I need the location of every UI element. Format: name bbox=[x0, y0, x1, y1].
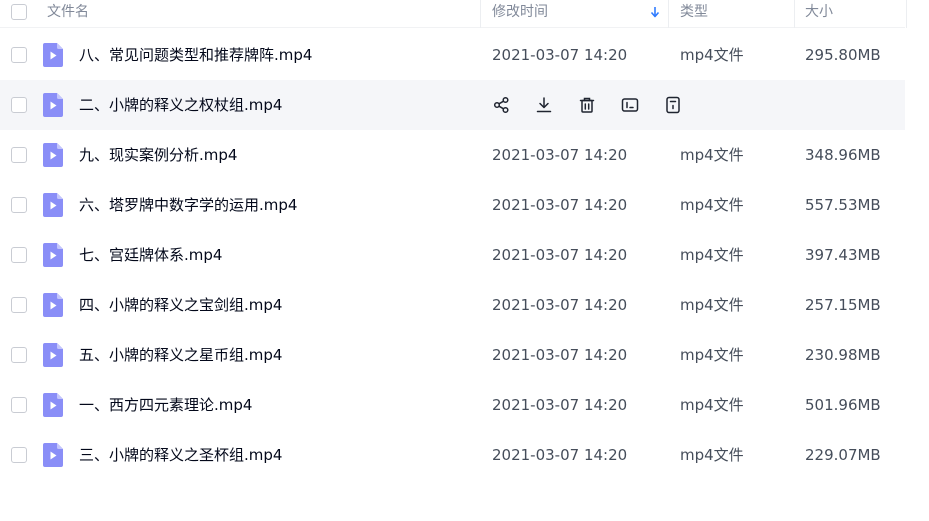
file-size: 557.53MB bbox=[805, 196, 881, 214]
file-type: mp4文件 bbox=[680, 246, 744, 264]
modified-time: 2021-03-07 14:20 bbox=[492, 196, 628, 214]
row-checkbox[interactable] bbox=[11, 97, 27, 113]
video-file-icon bbox=[43, 393, 63, 417]
modified-time: 2021-03-07 14:20 bbox=[492, 446, 628, 464]
table-row[interactable]: 八、常见问题类型和推荐牌阵.mp4 2021-03-07 14:20 mp4文件… bbox=[0, 30, 905, 80]
column-divider bbox=[906, 0, 907, 28]
table-row[interactable]: 五、小牌的释义之星币组.mp4 2021-03-07 14:20 mp4文件 2… bbox=[0, 330, 905, 380]
file-name[interactable]: 三、小牌的释义之圣杯组.mp4 bbox=[79, 430, 282, 480]
file-size: 257.15MB bbox=[805, 296, 881, 314]
file-name[interactable]: 五、小牌的释义之星币组.mp4 bbox=[79, 330, 282, 380]
file-name[interactable]: 二、小牌的释义之权杖组.mp4 bbox=[79, 80, 282, 130]
file-table: 文件名 修改时间 类型 大小 八、常见问题类型和推荐牌阵.mp4 2021-03… bbox=[0, 0, 929, 521]
table-row[interactable]: 三、小牌的释义之圣杯组.mp4 2021-03-07 14:20 mp4文件 2… bbox=[0, 430, 905, 480]
row-checkbox[interactable] bbox=[11, 397, 27, 413]
header-type[interactable]: 类型 bbox=[680, 0, 708, 28]
table-row[interactable]: 四、小牌的释义之宝剑组.mp4 2021-03-07 14:20 mp4文件 2… bbox=[0, 280, 905, 330]
file-size: 397.43MB bbox=[805, 246, 881, 264]
table-row[interactable]: 九、现实案例分析.mp4 2021-03-07 14:20 mp4文件 348.… bbox=[0, 130, 905, 180]
file-size: 295.80MB bbox=[805, 46, 881, 64]
file-name[interactable]: 一、西方四元素理论.mp4 bbox=[79, 380, 252, 430]
row-checkbox[interactable] bbox=[11, 347, 27, 363]
file-name[interactable]: 四、小牌的释义之宝剑组.mp4 bbox=[79, 280, 282, 330]
file-type: mp4文件 bbox=[680, 346, 744, 364]
modified-time: 2021-03-07 14:20 bbox=[492, 346, 628, 364]
table-row[interactable]: 一、西方四元素理论.mp4 2021-03-07 14:20 mp4文件 501… bbox=[0, 380, 905, 430]
modified-time: 2021-03-07 14:20 bbox=[492, 146, 628, 164]
file-list: 八、常见问题类型和推荐牌阵.mp4 2021-03-07 14:20 mp4文件… bbox=[0, 30, 905, 480]
sort-desc-icon[interactable] bbox=[650, 4, 660, 20]
file-type: mp4文件 bbox=[680, 196, 744, 214]
modified-time: 2021-03-07 14:20 bbox=[492, 396, 628, 414]
video-file-icon bbox=[43, 343, 63, 367]
select-all-checkbox[interactable] bbox=[11, 4, 27, 20]
row-checkbox[interactable] bbox=[11, 197, 27, 213]
row-checkbox[interactable] bbox=[11, 447, 27, 463]
file-type: mp4文件 bbox=[680, 146, 744, 164]
video-file-icon bbox=[43, 143, 63, 167]
video-file-icon bbox=[43, 443, 63, 467]
file-size: 230.98MB bbox=[805, 346, 881, 364]
column-divider[interactable] bbox=[480, 0, 481, 28]
header-modified[interactable]: 修改时间 bbox=[492, 0, 548, 28]
file-name[interactable]: 七、宫廷牌体系.mp4 bbox=[79, 230, 222, 280]
video-file-icon bbox=[43, 293, 63, 317]
row-checkbox[interactable] bbox=[11, 297, 27, 313]
file-name[interactable]: 八、常见问题类型和推荐牌阵.mp4 bbox=[79, 30, 312, 80]
row-checkbox[interactable] bbox=[11, 247, 27, 263]
more-icon[interactable] bbox=[663, 95, 683, 115]
video-file-icon bbox=[43, 193, 63, 217]
video-file-icon bbox=[43, 43, 63, 67]
column-divider[interactable] bbox=[794, 0, 795, 28]
header-size[interactable]: 大小 bbox=[805, 0, 833, 28]
delete-icon[interactable] bbox=[577, 95, 597, 115]
table-row[interactable]: 六、塔罗牌中数字学的运用.mp4 2021-03-07 14:20 mp4文件 … bbox=[0, 180, 905, 230]
file-size: 348.96MB bbox=[805, 146, 881, 164]
file-type: mp4文件 bbox=[680, 396, 744, 414]
table-header: 文件名 修改时间 类型 大小 bbox=[0, 0, 905, 28]
table-row[interactable]: 二、小牌的释义之权杖组.mp4 bbox=[0, 80, 905, 130]
file-type: mp4文件 bbox=[680, 46, 744, 64]
file-type: mp4文件 bbox=[680, 446, 744, 464]
file-size: 501.96MB bbox=[805, 396, 881, 414]
file-name[interactable]: 六、塔罗牌中数字学的运用.mp4 bbox=[79, 180, 297, 230]
column-divider[interactable] bbox=[668, 0, 669, 28]
video-file-icon bbox=[43, 93, 63, 117]
modified-time: 2021-03-07 14:20 bbox=[492, 46, 628, 64]
video-file-icon bbox=[43, 243, 63, 267]
file-size: 229.07MB bbox=[805, 446, 881, 464]
modified-time: 2021-03-07 14:20 bbox=[492, 246, 628, 264]
file-name[interactable]: 九、现实案例分析.mp4 bbox=[79, 130, 237, 180]
header-filename[interactable]: 文件名 bbox=[47, 0, 89, 28]
row-checkbox[interactable] bbox=[11, 147, 27, 163]
modified-time: 2021-03-07 14:20 bbox=[492, 296, 628, 314]
share-icon[interactable] bbox=[492, 95, 512, 115]
rename-icon[interactable] bbox=[620, 95, 640, 115]
table-row[interactable]: 七、宫廷牌体系.mp4 2021-03-07 14:20 mp4文件 397.4… bbox=[0, 230, 905, 280]
file-type: mp4文件 bbox=[680, 296, 744, 314]
download-icon[interactable] bbox=[534, 95, 554, 115]
row-checkbox[interactable] bbox=[11, 47, 27, 63]
